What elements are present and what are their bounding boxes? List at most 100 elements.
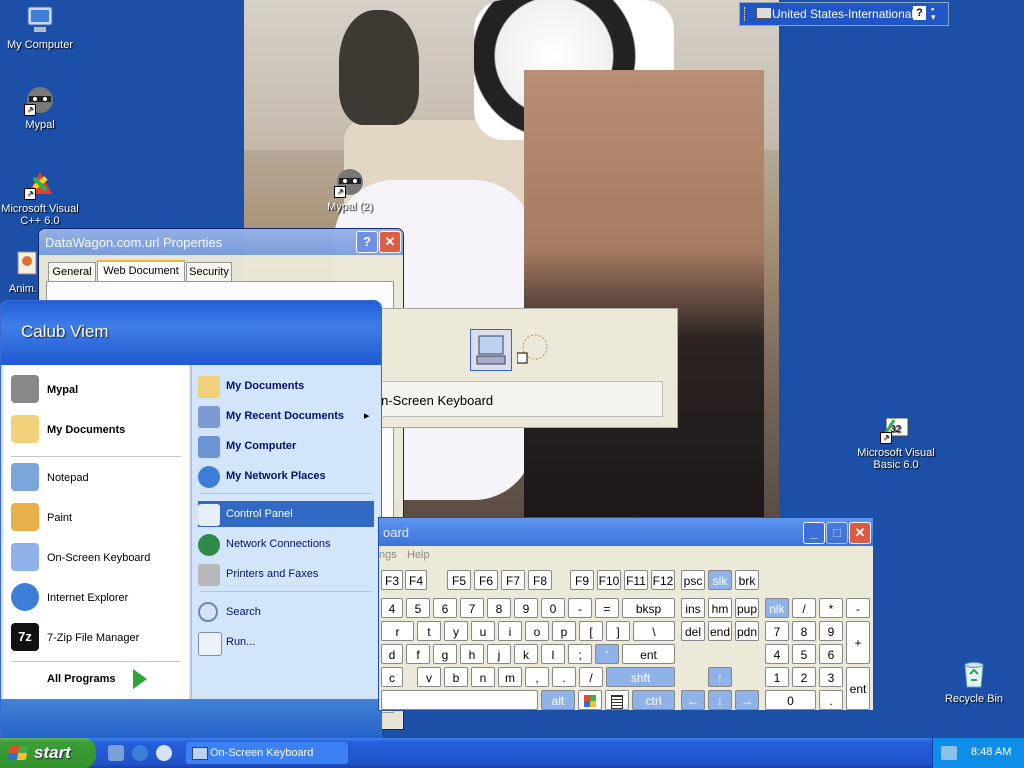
key-i[interactable]: i [498,621,522,641]
key-d[interactable]: d [381,644,403,664]
start-item-internet-explorer[interactable]: Internet Explorer [11,583,181,613]
key-apostrophe[interactable]: ' [595,644,619,664]
tab-security[interactable]: Security [186,262,232,281]
key-num-multiply[interactable]: * [819,598,843,618]
close-button[interactable]: ✕ [849,522,871,544]
minimize-button[interactable]: _ [803,522,825,544]
key-f7[interactable]: F7 [501,570,525,590]
maximize-button[interactable]: □ [826,522,848,544]
start-item-my-recent-documents[interactable]: My Recent Documents ▸ [198,403,374,429]
key-t[interactable]: t [417,621,441,641]
key-f10[interactable]: F10 [597,570,621,590]
key-7[interactable]: 7 [460,598,484,618]
key-o[interactable]: o [525,621,549,641]
key-f5[interactable]: F5 [447,570,471,590]
key-num-minus[interactable]: - [846,598,870,618]
key-num-4[interactable]: 4 [765,644,789,664]
key-num-0[interactable]: 0 [765,690,816,710]
start-item-my-computer[interactable]: My Computer [198,433,374,459]
key-right-bracket[interactable]: ] [606,621,630,641]
key-space[interactable] [381,690,538,710]
key-8[interactable]: 8 [487,598,511,618]
key-left-bracket[interactable]: [ [579,621,603,641]
key-alt[interactable]: alt [541,690,575,710]
tab-web-document[interactable]: Web Document [97,260,185,283]
key-f9[interactable]: F9 [570,570,594,590]
key-pup[interactable]: pup [735,598,759,618]
key-num-1[interactable]: 1 [765,667,789,687]
langbar-grip[interactable] [744,7,749,21]
key-c[interactable]: c [381,667,403,687]
properties-titlebar[interactable]: DataWagon.com.url Properties ? ✕ [39,229,403,255]
key-end[interactable]: end [708,621,732,641]
key-f11[interactable]: F11 [624,570,648,590]
start-item-my-documents-place[interactable]: My Documents [198,373,374,399]
start-item-notepad[interactable]: Notepad [11,463,181,493]
desktop-icon-recycle-bin[interactable]: Recycle Bin [934,658,1014,705]
key-num-6[interactable]: 6 [819,644,843,664]
quicklaunch-internet-explorer-icon[interactable] [132,745,148,761]
key-ctrl[interactable]: ctrl [632,690,675,710]
key-del[interactable]: del [681,621,705,641]
desktop-icon-visual-cpp[interactable]: ↗ Microsoft Visual C++ 6.0 [0,168,80,227]
menu-help[interactable]: Help [407,546,430,564]
key-f8[interactable]: F8 [528,570,552,590]
key-num-7[interactable]: 7 [765,621,789,641]
key-num-5[interactable]: 5 [792,644,816,664]
key-arrow-up[interactable]: ↑ [708,667,732,687]
start-item-mypal[interactable]: Mypal [11,375,181,405]
key-l[interactable]: l [541,644,565,664]
key-backspace[interactable]: bksp [622,598,675,618]
start-item-printers-and-faxes[interactable]: Printers and Faxes [198,561,374,587]
tab-general[interactable]: General [48,262,96,281]
key-6[interactable]: 6 [433,598,457,618]
close-button[interactable]: ✕ [379,231,401,253]
key-arrow-down[interactable]: ↓ [708,690,732,710]
start-item-my-documents[interactable]: My Documents [11,415,181,445]
key-num-plus[interactable]: + [846,621,870,664]
key-num-9[interactable]: 9 [819,621,843,641]
language-label[interactable]: United States-International [772,7,914,21]
key-equals[interactable]: = [595,598,619,618]
network-status-icon[interactable] [941,746,957,760]
key-g[interactable]: g [433,644,457,664]
key-num-decimal[interactable]: . [819,690,843,710]
key-f12[interactable]: F12 [651,570,675,590]
key-k[interactable]: k [514,644,538,664]
key-num-divide[interactable]: / [792,598,816,618]
desktop-icon-visual-basic[interactable]: 32 ↗ Microsoft Visual Basic 6.0 [856,412,936,471]
key-v[interactable]: v [417,667,441,687]
key-enter[interactable]: ent [622,644,675,664]
key-4[interactable]: 4 [381,598,403,618]
keyboard-titlebar[interactable]: oard _ □ ✕ [379,518,873,546]
quicklaunch-settings-icon[interactable] [108,745,124,761]
key-ins[interactable]: ins [681,598,705,618]
key-period[interactable]: . [552,667,576,687]
key-num-enter[interactable]: ent [846,667,870,710]
key-m[interactable]: m [498,667,522,687]
key-j[interactable]: j [487,644,511,664]
start-item-on-screen-keyboard[interactable]: On-Screen Keyboard [11,543,181,573]
key-brk[interactable]: brk [735,570,759,590]
key-num-3[interactable]: 3 [819,667,843,687]
desktop-icon-mypal-2[interactable]: ↗ Mypal (2) [310,166,390,213]
keyboard-program-icon[interactable] [470,329,512,371]
key-f4[interactable]: F4 [405,570,427,590]
menu-settings[interactable]: ngs [379,546,397,564]
start-item-control-panel[interactable]: Control Panel [198,501,374,527]
key-y[interactable]: y [444,621,468,641]
start-item-7zip[interactable]: 7z 7-Zip File Manager [11,623,181,653]
key-p[interactable]: p [552,621,576,641]
quicklaunch-media-player-icon[interactable] [156,745,172,761]
key-n[interactable]: n [471,667,495,687]
desktop-icon-my-computer[interactable]: My Computer [0,4,80,51]
key-r[interactable]: r [381,621,414,641]
key-9[interactable]: 9 [514,598,538,618]
key-5[interactable]: 5 [406,598,430,618]
key-0[interactable]: 0 [541,598,565,618]
key-arrow-left[interactable]: ← [681,690,705,710]
key-arrow-right[interactable]: → [735,690,759,710]
key-comma[interactable]: , [525,667,549,687]
key-h[interactable]: h [460,644,484,664]
key-b[interactable]: b [444,667,468,687]
